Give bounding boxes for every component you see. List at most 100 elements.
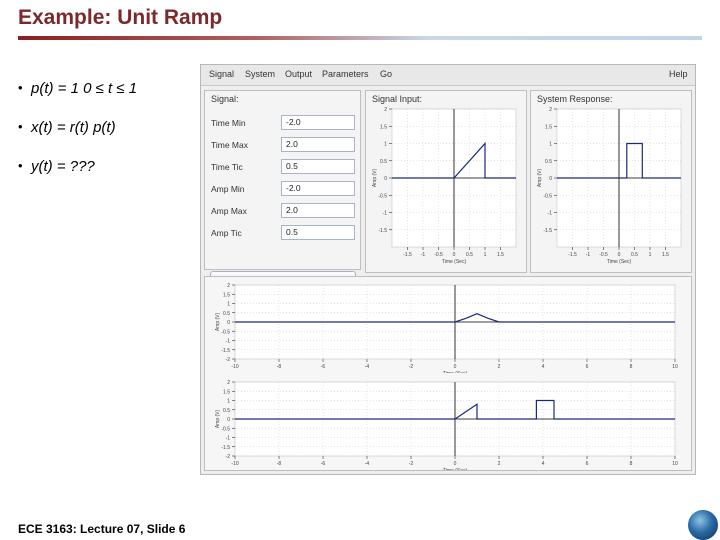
time-min-field[interactable]: -2.0 [281, 115, 355, 130]
y-tick-label: -0.5 [221, 329, 230, 335]
amp-max-field[interactable]: 2.0 [281, 203, 355, 218]
x-tick-label: -2 [409, 364, 414, 370]
x-tick-label: 6 [586, 364, 589, 370]
x-tick-label: 8 [630, 364, 633, 370]
x-tick-label: 0 [618, 252, 621, 258]
x-axis-label: Time (Sec) [442, 259, 467, 265]
signal-input-panel: Signal Input: -1.5 -1 -0.5 0 0.5 1 1.5 2 1.5 1 0.5… [365, 90, 527, 273]
x-tick-label: 4 [542, 364, 545, 370]
x-tick-label: 4 [542, 461, 545, 467]
y-tick-label: -1.5 [221, 445, 230, 451]
x-tick-label: 0 [454, 364, 457, 370]
title-divider [18, 36, 702, 40]
x-tick-label: -8 [277, 461, 282, 467]
y-tick-label: -1 [226, 339, 231, 345]
bullet-text: x(t) = r(t) p(t) [31, 119, 116, 136]
y-tick-label: -2 [226, 357, 231, 363]
x-tick-label: 10 [672, 461, 678, 467]
output-plot-2: -10 -8 -6 -4 -2 0 2 4 6 8 10 2 1.5 1 0.5 0 -0.5 -1 -1.5 -2 T… [215, 380, 678, 470]
x-tick-label: 0 [453, 252, 456, 258]
x-tick-label: -1.5 [403, 252, 412, 258]
y-tick-label: 0.5 [545, 159, 552, 165]
y-tick-label: 0 [384, 176, 387, 182]
y-tick-label: 1.5 [380, 124, 387, 130]
y-tick-label: 1 [227, 302, 230, 308]
x-tick-label: 2 [498, 364, 501, 370]
x-tick-label: 2 [498, 461, 501, 467]
time-max-field[interactable]: 2.0 [281, 137, 355, 152]
time-tic-field[interactable]: 0.5 [281, 159, 355, 174]
y-tick-label: -1 [226, 436, 231, 442]
y-axis-label: Amp (V) [215, 313, 221, 332]
y-tick-label: 0 [227, 417, 230, 423]
x-tick-label: 0 [454, 461, 457, 467]
y-tick-label: 1.5 [223, 389, 230, 395]
y-tick-label: 0.5 [223, 311, 230, 317]
applet-menubar: Signal System Output Parameters Go Help [201, 65, 695, 86]
bullet-text: p(t) = 1 0 ≤ t ≤ 1 [31, 80, 138, 97]
x-axis-label: Time (Sec) [607, 259, 632, 265]
system-response-plot: -1.5 -1 -0.5 0 0.5 1 1.5 2 1.5 1 0.5 0 -0.5 -1 -1.5 Tim… [537, 107, 682, 265]
signal-panel-title: Signal: [211, 94, 239, 104]
y-axis-label: Amp (V) [215, 410, 221, 429]
y-tick-label: -0.5 [378, 193, 387, 199]
y-tick-label: 0.5 [223, 408, 230, 414]
slide-footer: ECE 3163: Lecture 07, Slide 6 [18, 522, 186, 536]
x-tick-label: -10 [231, 461, 238, 467]
amp-min-field[interactable]: -2.0 [281, 181, 355, 196]
y-tick-label: -0.5 [221, 426, 230, 432]
bullet-dot-icon: • [18, 80, 23, 95]
x-tick-label: 10 [672, 364, 678, 370]
bullet-dot-icon: • [18, 158, 23, 173]
time-tic-label: Time Tic [211, 162, 243, 172]
menu-parameters[interactable]: Parameters [322, 69, 369, 79]
bullet-dot-icon: • [18, 119, 23, 134]
signal-applet-window: Signal System Output Parameters Go Help … [200, 64, 696, 475]
x-tick-label: -1.5 [568, 252, 577, 258]
output-plot-1: -10 -8 -6 -4 -2 0 2 4 6 8 10 2 1.5 1 0.5 0 -0.5 -1 -1.5 -2 T… [215, 283, 678, 373]
y-tick-label: -1.5 [378, 228, 387, 234]
x-tick-label: 1 [649, 252, 652, 258]
x-tick-label: -4 [365, 461, 370, 467]
menu-system[interactable]: System [245, 69, 275, 79]
menu-go[interactable]: Go [380, 69, 392, 79]
y-tick-label: -1 [548, 211, 553, 217]
time-min-label: Time Min [211, 118, 246, 128]
amp-min-label: Amp Min [211, 184, 245, 194]
x-tick-label: 1 [484, 252, 487, 258]
amp-tic-field[interactable]: 0.5 [281, 225, 355, 240]
x-tick-label: -4 [365, 364, 370, 370]
signal-input-plot: -1.5 -1 -0.5 0 0.5 1 1.5 2 1.5 1 0.5 0 -0.5 -1 -1.5 Tim… [372, 107, 517, 265]
y-tick-label: -1.5 [543, 228, 552, 234]
output-plots-panel: -10-8-6-4-2024681021.510.50-0.5-1-1.5-2T… [204, 276, 692, 471]
x-tick-label: 8 [630, 461, 633, 467]
y-tick-label: 0 [549, 176, 552, 182]
x-tick-label: -0.5 [434, 252, 443, 258]
menu-help[interactable]: Help [669, 69, 688, 79]
x-tick-label: -2 [409, 461, 414, 467]
signal-parameters-panel: Signal: Time Min -2.0 Time Max 2.0 Time … [204, 90, 361, 289]
y-tick-label: 1.5 [545, 124, 552, 130]
x-tick-label: 1.5 [662, 252, 669, 258]
y-tick-label: 2 [227, 380, 230, 386]
x-tick-label: 6 [586, 461, 589, 467]
amp-max-label: Amp Max [211, 206, 247, 216]
slide-title: Example: Unit Ramp [18, 6, 223, 29]
x-tick-label: -1 [586, 252, 591, 258]
y-tick-label: -1 [383, 211, 388, 217]
time-max-label: Time Max [211, 140, 248, 150]
y-tick-label: 2 [227, 283, 230, 289]
x-tick-label: 0.5 [631, 252, 638, 258]
x-tick-label: 0.5 [466, 252, 473, 258]
bullet-text: y(t) = ??? [31, 158, 95, 175]
amp-tic-label: Amp Tic [211, 228, 242, 238]
x-tick-label: -10 [231, 364, 238, 370]
x-axis-label: Time (Sec) [443, 371, 468, 373]
y-tick-label: -1.5 [221, 348, 230, 354]
x-axis-label: Time (Sec) [443, 468, 468, 470]
menu-output[interactable]: Output [285, 69, 312, 79]
menu-signal[interactable]: Signal [209, 69, 234, 79]
x-tick-label: -8 [277, 364, 282, 370]
y-tick-label: 2 [384, 107, 387, 113]
y-tick-label: 0 [227, 320, 230, 326]
